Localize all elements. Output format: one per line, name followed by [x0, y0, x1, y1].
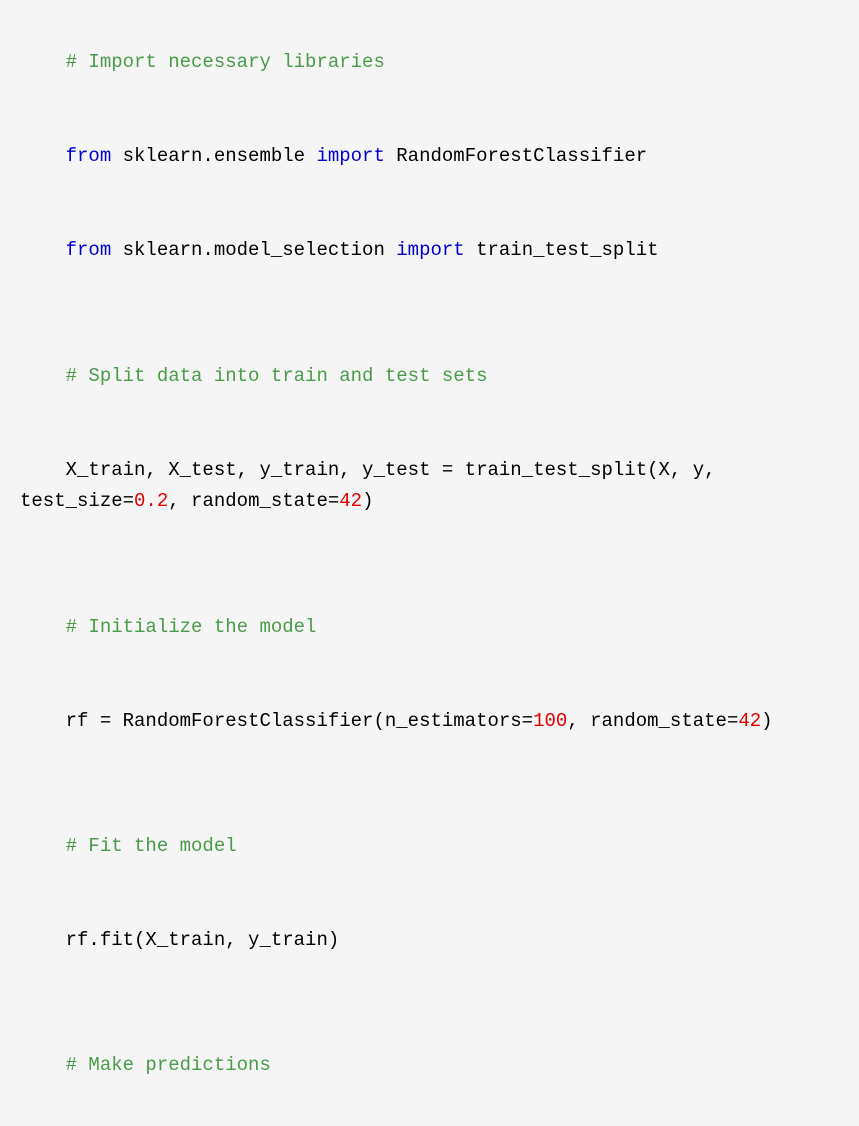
code-line: # Split data into train and test sets [20, 329, 839, 423]
keyword-text: from [66, 239, 112, 261]
code-text: , random_state= [168, 490, 339, 512]
blank-line [20, 549, 839, 580]
comment-text: # Make predictions [66, 1054, 271, 1076]
keyword-text: from [66, 145, 112, 167]
code-text: rf = RandomForestClassifier(n_estimators… [66, 710, 533, 732]
code-line: # Make predictions [20, 1019, 839, 1113]
code-text: ) [362, 490, 373, 512]
code-text: sklearn.ensemble [111, 145, 316, 167]
comment-text: # Initialize the model [66, 616, 317, 638]
comment-text: # Fit the model [66, 835, 237, 857]
code-text: sklearn.model_selection [111, 239, 396, 261]
code-line: X_train, X_test, y_train, y_test = train… [20, 423, 839, 548]
code-line: # Initialize the model [20, 580, 839, 674]
code-text: rf.fit(X_train, y_train) [66, 929, 340, 951]
code-line: rf = RandomForestClassifier(n_estimators… [20, 674, 839, 768]
number-text: 42 [339, 490, 362, 512]
code-text: ) [761, 710, 772, 732]
number-text: 0.2 [134, 490, 168, 512]
code-text: , random_state= [567, 710, 738, 732]
keyword-text: import [316, 145, 384, 167]
code-block: # Import necessary libraries from sklear… [20, 16, 839, 1126]
number-text: 100 [533, 710, 567, 732]
blank-line [20, 768, 839, 799]
code-line: from sklearn.ensemble import RandomFores… [20, 110, 839, 204]
code-line: rf.fit(X_train, y_train) [20, 894, 839, 988]
code-text: RandomForestClassifier [385, 145, 647, 167]
keyword-text: import [396, 239, 464, 261]
code-line: # Import necessary libraries [20, 16, 839, 110]
number-text: 42 [738, 710, 761, 732]
blank-line [20, 988, 839, 1019]
code-text: train_test_split [465, 239, 659, 261]
comment-text: # Split data into train and test sets [66, 365, 488, 387]
blank-line [20, 298, 839, 329]
code-line: # Fit the model [20, 800, 839, 894]
code-line: from sklearn.model_selection import trai… [20, 204, 839, 298]
comment-text: # Import necessary libraries [66, 51, 385, 73]
code-line: predictions = rf.predict(X_test) [20, 1113, 839, 1126]
